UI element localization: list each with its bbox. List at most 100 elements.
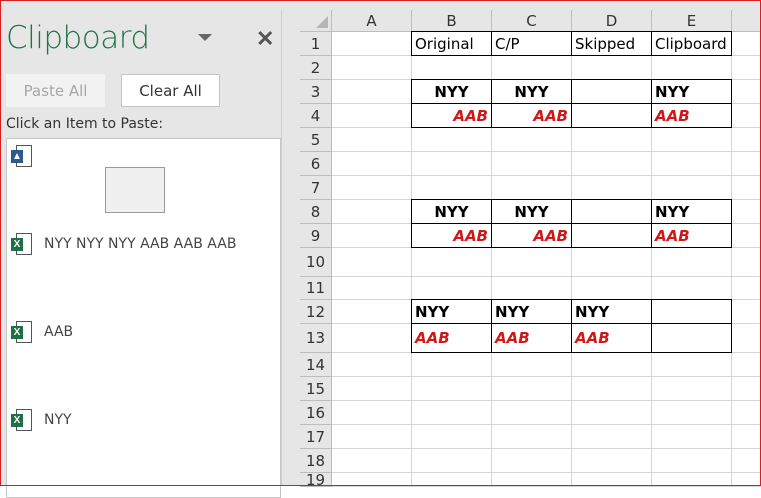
row-header-9[interactable]: 9 [300,224,332,248]
cell-E13[interactable] [651,323,732,353]
cell-B14[interactable] [412,353,492,377]
row-header-6[interactable]: 6 [300,152,332,176]
row-header-18[interactable]: 18 [300,449,332,473]
cell-A17[interactable] [332,425,412,449]
row-header-12[interactable]: 12 [300,300,332,324]
cell-A2[interactable] [332,56,412,80]
cell-C10[interactable] [492,248,572,277]
cell-D7[interactable] [572,176,652,200]
cell-A5[interactable] [332,128,412,152]
cell-F1[interactable] [732,32,761,56]
cell-F13[interactable] [732,324,761,353]
cell-F4[interactable] [732,104,761,128]
cell-E7[interactable] [652,176,732,200]
cell-E1[interactable]: Clipboard [651,31,732,56]
cell-B13[interactable]: AAB [411,323,492,353]
cell-D10[interactable] [572,248,652,277]
cell-C15[interactable] [492,377,572,401]
row-header-7[interactable]: 7 [300,176,332,200]
cell-F9[interactable] [732,224,761,248]
clipboard-item-image[interactable]: ▲ [11,145,271,225]
cell-E2[interactable] [652,56,732,80]
cell-B18[interactable] [412,449,492,473]
cell-F5[interactable] [732,128,761,152]
row-header-11[interactable]: 11 [300,277,332,300]
cell-A7[interactable] [332,176,412,200]
cell-C5[interactable] [492,128,572,152]
cell-C2[interactable] [492,56,572,80]
cell-C9[interactable]: AAB [491,223,572,248]
cell-C7[interactable] [492,176,572,200]
column-header-D[interactable]: D [572,10,652,32]
cell-F12[interactable] [732,300,761,324]
row-header-8[interactable]: 8 [300,200,332,224]
cell-D18[interactable] [572,449,652,473]
column-header-A[interactable]: A [332,10,412,32]
row-header-19[interactable]: 19 [300,473,332,487]
cell-B3[interactable]: NYY [411,79,492,104]
cell-D2[interactable] [572,56,652,80]
column-header-E[interactable]: E [652,10,732,32]
cell-A15[interactable] [332,377,412,401]
cell-C17[interactable] [492,425,572,449]
row-header-13[interactable]: 13 [300,324,332,353]
close-icon[interactable]: ✕ [256,26,274,52]
cell-C12[interactable]: NYY [491,299,572,324]
cell-D6[interactable] [572,152,652,176]
cell-B19[interactable] [412,473,492,487]
row-header-4[interactable]: 4 [300,104,332,128]
cell-D12[interactable]: NYY [571,299,652,324]
cell-F15[interactable] [732,377,761,401]
cell-E4[interactable]: AAB [651,103,732,128]
cell-C13[interactable]: AAB [491,323,572,353]
cell-B6[interactable] [412,152,492,176]
cell-C19[interactable] [492,473,572,487]
cell-B16[interactable] [412,401,492,425]
cell-D4[interactable] [571,103,652,128]
row-header-17[interactable]: 17 [300,425,332,449]
cell-F16[interactable] [732,401,761,425]
cell-B5[interactable] [412,128,492,152]
cell-A3[interactable] [332,80,412,104]
cell-B8[interactable]: NYY [411,199,492,224]
cell-B10[interactable] [412,248,492,277]
cell-A1[interactable] [332,32,412,56]
select-all-corner[interactable] [300,10,332,32]
row-header-2[interactable]: 2 [300,56,332,80]
cell-C3[interactable]: NYY [491,79,572,104]
cell-C14[interactable] [492,353,572,377]
row-header-15[interactable]: 15 [300,377,332,401]
cell-C1[interactable]: C/P [491,31,572,56]
cell-C4[interactable]: AAB [491,103,572,128]
cell-D8[interactable] [571,199,652,224]
cell-E11[interactable] [652,277,732,300]
row-header-16[interactable]: 16 [300,401,332,425]
cell-A8[interactable] [332,200,412,224]
cell-F2[interactable] [732,56,761,80]
column-header-C[interactable]: C [492,10,572,32]
cell-E10[interactable] [652,248,732,277]
cell-F10[interactable] [732,248,761,277]
cell-C11[interactable] [492,277,572,300]
cell-A19[interactable] [332,473,412,487]
cell-B12[interactable]: NYY [411,299,492,324]
cell-D19[interactable] [572,473,652,487]
cell-A18[interactable] [332,449,412,473]
cell-E3[interactable]: NYY [651,79,732,104]
cell-E17[interactable] [652,425,732,449]
column-header[interactable] [732,10,761,32]
cell-E18[interactable] [652,449,732,473]
cell-D3[interactable] [571,79,652,104]
cell-B4[interactable]: AAB [411,103,492,128]
cell-F11[interactable] [732,277,761,300]
cell-E14[interactable] [652,353,732,377]
cell-A12[interactable] [332,300,412,324]
cell-F8[interactable] [732,200,761,224]
cell-D11[interactable] [572,277,652,300]
cell-D14[interactable] [572,353,652,377]
row-header-1[interactable]: 1 [300,32,332,56]
cell-B7[interactable] [412,176,492,200]
cell-E19[interactable] [652,473,732,487]
column-header-B[interactable]: B [412,10,492,32]
cell-E12[interactable] [651,299,732,324]
